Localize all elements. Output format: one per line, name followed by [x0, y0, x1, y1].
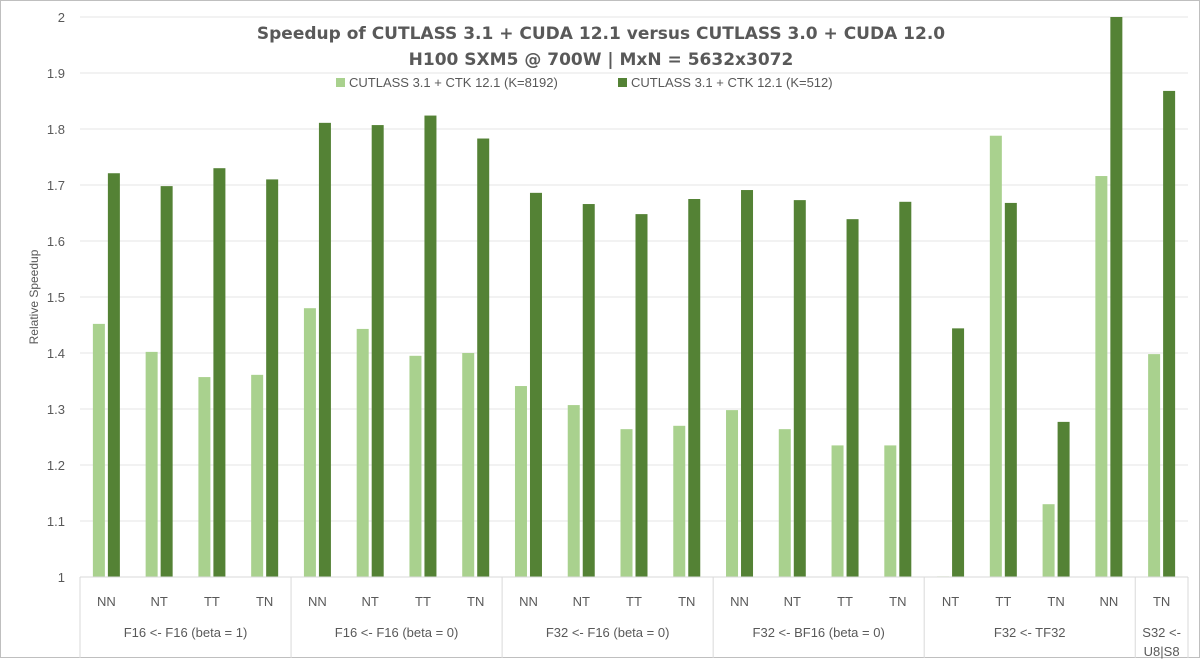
- y-tick-label: 1.5: [47, 290, 65, 305]
- bar: [303, 308, 316, 577]
- bar: [107, 173, 120, 578]
- x-category-label: TN: [467, 594, 484, 609]
- x-category-label: NN: [1099, 594, 1118, 609]
- bar: [409, 355, 422, 577]
- legend-swatch-k8192: [336, 78, 345, 87]
- bar: [778, 429, 791, 577]
- x-group-label: S32 <-: [1142, 625, 1181, 640]
- x-category-label: NT: [942, 594, 959, 609]
- x-group-label: F32 <- TF32: [994, 625, 1066, 640]
- chart-frame: 1 1.1 1.2 1.3 1.4 1.5 1.6 1.7 1.8 1.9 2 NN NT TT TN NN…: [0, 0, 1200, 659]
- x-category-label: TT: [995, 594, 1011, 609]
- chart-subtitle: H100 SXM5 @ 700W | MxN = 5632x3072: [409, 50, 794, 70]
- x-category-label: TT: [837, 594, 853, 609]
- legend-label-k512: CUTLASS 3.1 + CTK 12.1 (K=512): [631, 75, 833, 90]
- x-category-label: TN: [1153, 594, 1170, 609]
- bar: [462, 353, 475, 577]
- x-group-label: F16 <- F16 (beta = 1): [124, 625, 248, 640]
- bar: [635, 214, 648, 577]
- bar: [989, 135, 1002, 577]
- bar: [251, 374, 264, 577]
- bar: [1042, 504, 1055, 577]
- y-tick-label: 1: [58, 570, 65, 585]
- y-axis-title: Relative Speedup: [27, 249, 41, 344]
- x-category-label: NN: [730, 594, 749, 609]
- x-category-label: NT: [150, 594, 167, 609]
- bar: [318, 122, 331, 577]
- bar: [1057, 421, 1070, 577]
- bar: [477, 138, 490, 577]
- x-category-label: TT: [415, 594, 431, 609]
- x-category-label: NN: [97, 594, 116, 609]
- y-tick-label: 1.3: [47, 402, 65, 417]
- y-axis-ticks: 1 1.1 1.2 1.3 1.4 1.5 1.6 1.7 1.8 1.9 2: [47, 10, 65, 585]
- bar: [198, 377, 211, 577]
- bar: [529, 192, 542, 577]
- y-tick-label: 1.6: [47, 234, 65, 249]
- bar: [1004, 202, 1017, 578]
- chart-title: Speedup of CUTLASS 3.1 + CUDA 12.1 versu…: [257, 24, 945, 44]
- x-category-label: NT: [362, 594, 379, 609]
- legend-swatch-k512: [618, 78, 627, 87]
- x-axis: NN NT TT TN NN NT TT TN NN NT TT TN NN NT TT TN NT TT TN NN…: [79, 576, 1189, 659]
- y-tick-label: 2: [58, 10, 65, 25]
- y-tick-label: 1.2: [47, 458, 65, 473]
- x-category-label: TT: [626, 594, 642, 609]
- y-tick-label: 1.9: [47, 66, 65, 81]
- bar: [567, 405, 580, 577]
- chart: 11.11.21.31.41.51.61.71.81.92 NN NT TT TN NN…: [27, 10, 1189, 659]
- bar: [160, 186, 173, 577]
- legend: CUTLASS 3.1 + CTK 12.1 (K=8192) CUTLASS …: [336, 75, 833, 90]
- y-tick-label: 1.4: [47, 346, 65, 361]
- x-category-label: NN: [308, 594, 327, 609]
- bar: [884, 445, 897, 577]
- bar: [831, 445, 844, 577]
- bar: [952, 328, 965, 577]
- bar: [899, 201, 912, 578]
- bar: [145, 351, 158, 577]
- bar: [1148, 354, 1161, 577]
- x-category-label: TT: [204, 594, 220, 609]
- bar: [673, 425, 686, 577]
- bar: [688, 199, 701, 577]
- bar: [213, 168, 226, 577]
- x-group-label: F16 <- F16 (beta = 0): [335, 625, 459, 640]
- bar: [424, 115, 437, 577]
- x-category-label: NT: [573, 594, 590, 609]
- y-tick-label: 1.1: [47, 514, 65, 529]
- bar: [726, 410, 739, 577]
- gridlines: [80, 16, 1188, 578]
- x-category-label: TN: [256, 594, 273, 609]
- x-group-label: F32 <- F16 (beta = 0): [546, 625, 670, 640]
- bar: [92, 323, 105, 577]
- y-tick-label: 1.7: [47, 178, 65, 193]
- x-category-label: NT: [784, 594, 801, 609]
- legend-label-k8192: CUTLASS 3.1 + CTK 12.1 (K=8192): [349, 75, 558, 90]
- bar: [620, 429, 633, 577]
- x-category-label: NN: [519, 594, 538, 609]
- x-group-label: U8|S8: [1144, 644, 1180, 659]
- x-category-label: TN: [1047, 594, 1064, 609]
- bar: [1095, 176, 1108, 578]
- bar: [846, 219, 859, 577]
- bar: [741, 190, 754, 578]
- x-category-label: TN: [678, 594, 695, 609]
- bar: [356, 328, 369, 577]
- bar: [1163, 90, 1176, 578]
- y-tick-label: 1.8: [47, 122, 65, 137]
- bar: [371, 125, 384, 577]
- x-group-label: F32 <- BF16 (beta = 0): [753, 625, 885, 640]
- bar: [793, 200, 806, 577]
- bar: [266, 179, 279, 577]
- bar: [582, 204, 595, 578]
- bar: [514, 386, 527, 577]
- x-category-label: TN: [889, 594, 906, 609]
- bar: [1110, 17, 1123, 577]
